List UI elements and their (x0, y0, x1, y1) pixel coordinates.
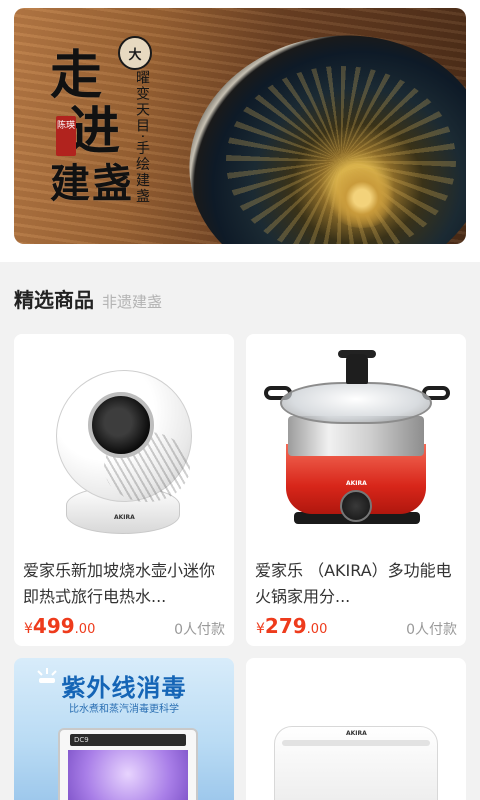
promo-title: 紫外线消毒 (61, 674, 187, 702)
hero-banner[interactable]: 走 进 建盏 陈瑛 大 曜变天目·手绘建盏 (14, 8, 466, 244)
product-card[interactable]: 紫外线消毒 比水煮和蒸汽消毒更科学 DC9 (14, 658, 234, 800)
price-integer: 499 (32, 614, 75, 638)
product-image[interactable]: AKIRA (14, 334, 234, 554)
product-card[interactable]: AKIRA 爱家乐新加坡烧水壶小迷你即热式旅行电热水... ¥499.00 0人… (14, 334, 234, 646)
control-panel: DC9 (70, 734, 186, 746)
calligraphy-line: 建盏 (50, 160, 134, 207)
price-integer: 279 (264, 614, 307, 638)
kettle-opening (88, 392, 154, 458)
sold-count: 0人付款 (174, 622, 225, 638)
red-seal-stamp: 陈瑛 (56, 116, 76, 156)
top-area: 走 进 建盏 陈瑛 大 曜变天目·手绘建盏 (0, 0, 480, 262)
product-title[interactable]: 爱家乐新加坡烧水壶小迷你即热式旅行电热水... (23, 558, 227, 610)
product-image[interactable]: AKIRA (246, 334, 466, 554)
uv-light-chamber (68, 750, 188, 800)
banner-tagline: 曜变天目·手绘建盏 (134, 70, 150, 205)
gold-flower-image (326, 168, 398, 228)
promo-subtitle: 比水煮和蒸汽消毒更科学 (69, 704, 179, 715)
sold-count: 0人付款 (406, 622, 457, 638)
storage-box-image (274, 726, 438, 800)
section-subtitle: 非遗建盏 (102, 293, 163, 311)
product-price: ¥279.00 (256, 614, 327, 638)
section-header: 精选商品 非遗建盏 (14, 284, 162, 313)
currency-symbol: ¥ (256, 621, 265, 637)
lid-knob (346, 354, 368, 384)
product-card[interactable]: AKIRA 爱家乐 （AKIRA）多功能电火锅家用分... ¥279.00 0人… (246, 334, 466, 646)
temperature-dial (340, 490, 372, 522)
hotpot-glass-lid (280, 382, 432, 424)
product-title[interactable]: 爱家乐 （AKIRA）多功能电火锅家用分... (255, 558, 459, 610)
price-decimal: .00 (306, 622, 328, 637)
price-decimal: .00 (74, 622, 96, 637)
product-brand-label: AKIRA (346, 730, 367, 737)
product-brand-label: AKIRA (114, 514, 135, 521)
product-price: ¥499.00 (24, 614, 95, 638)
section-title: 精选商品 (14, 288, 94, 312)
currency-symbol: ¥ (24, 621, 33, 637)
product-brand-label: AKIRA (346, 480, 367, 487)
product-card[interactable]: AKIRA (246, 658, 466, 800)
box-lid-rim (282, 740, 430, 746)
brand-logo-icon: 大 (118, 36, 152, 70)
